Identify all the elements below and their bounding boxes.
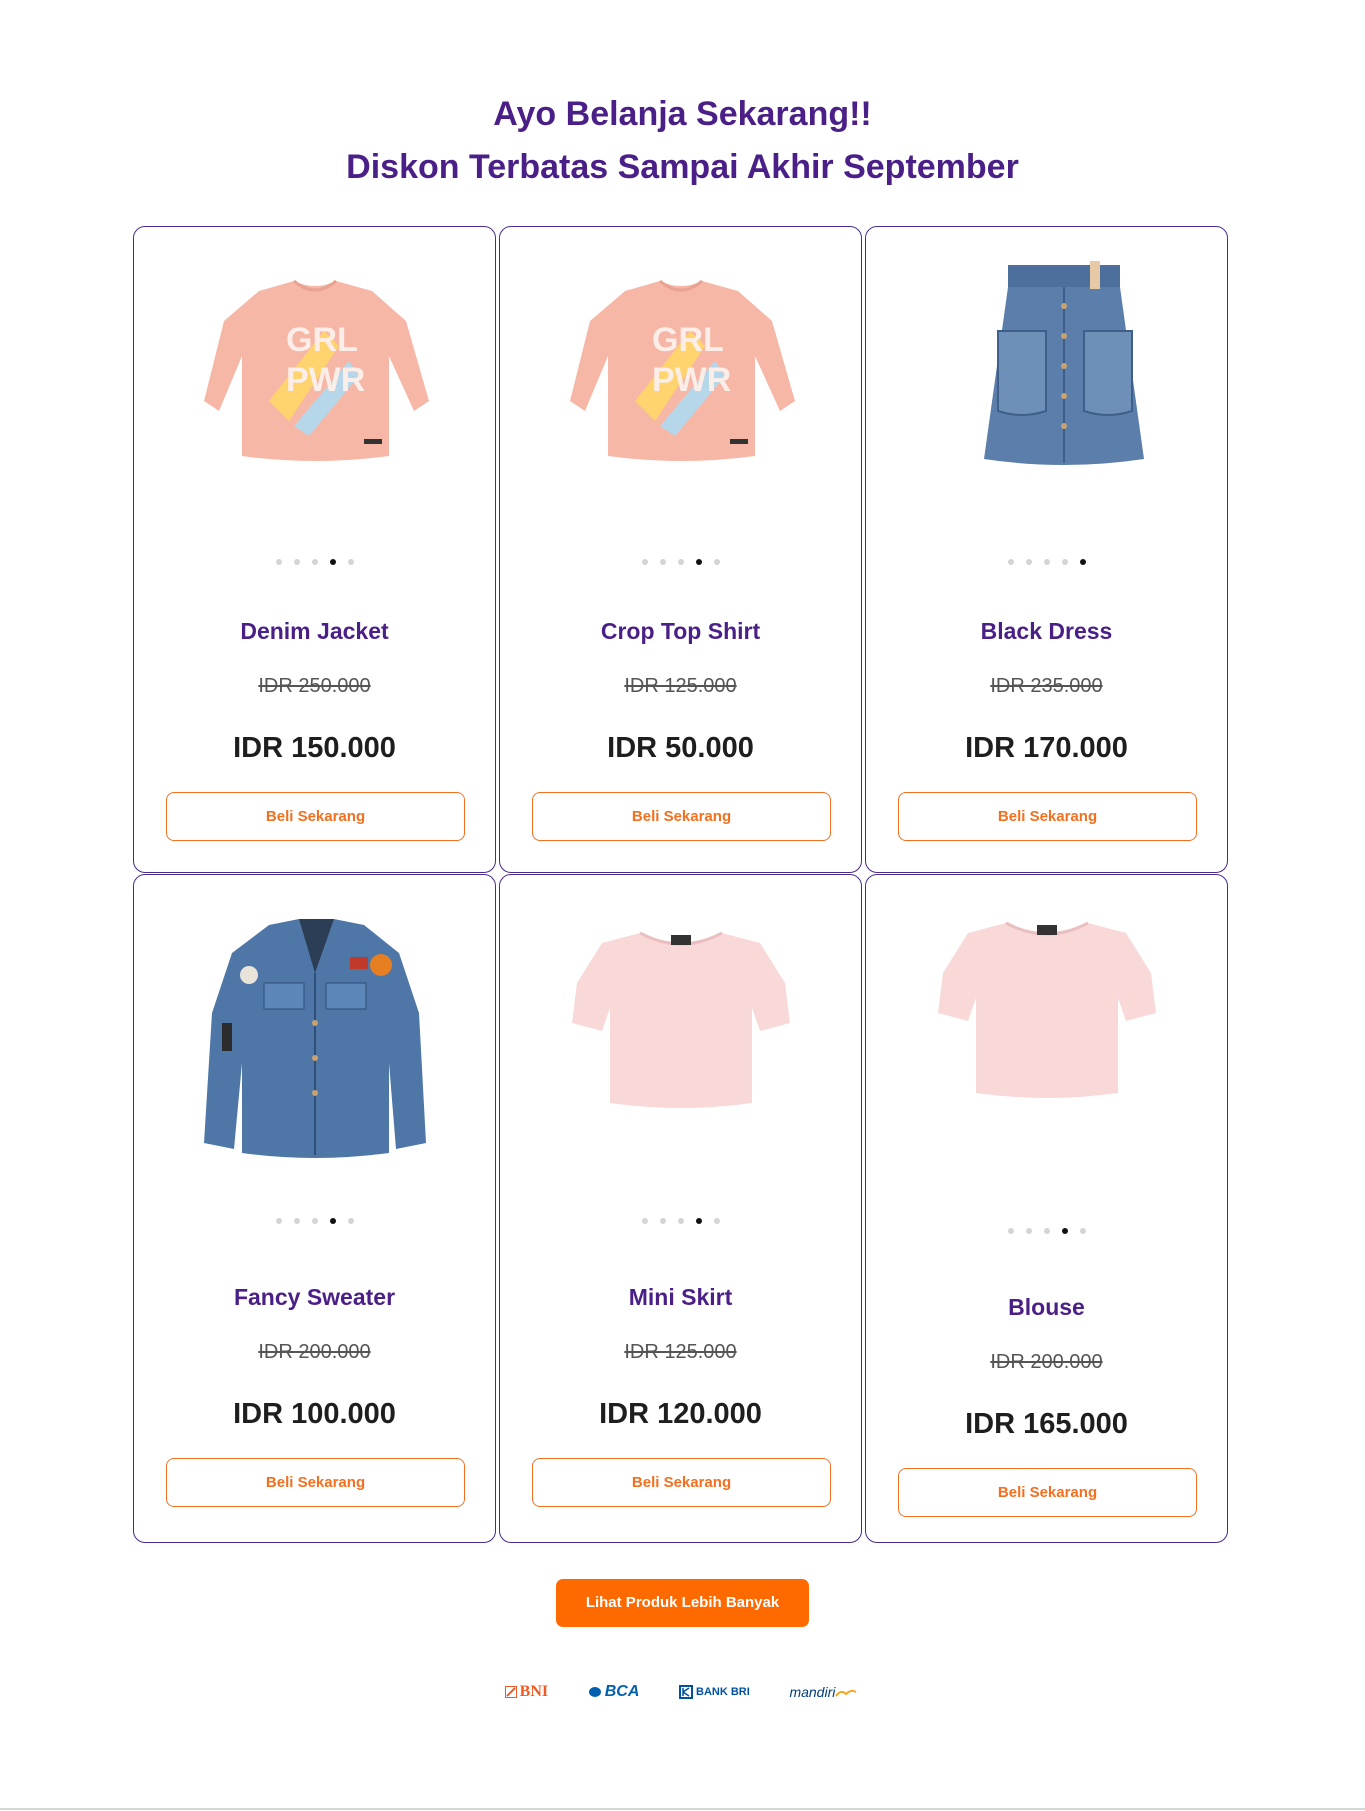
carousel-dots: [500, 1212, 861, 1230]
bni-mark-icon: [504, 1686, 517, 1699]
product-old-price: IDR 125.000: [624, 675, 737, 697]
carousel-dots: [866, 553, 1227, 571]
carousel-dots: [134, 1212, 495, 1230]
carousel-dot[interactable]: [293, 1217, 300, 1224]
product-image[interactable]: [174, 913, 457, 1173]
product-name[interactable]: Fancy Sweater: [134, 1284, 495, 1311]
product-old-price: IDR 125.000: [624, 1341, 737, 1363]
carousel-dot[interactable]: [311, 558, 318, 565]
svg-text:GRL: GRL: [652, 321, 724, 359]
product-image[interactable]: GRL PWR: [540, 251, 823, 491]
promo-heading-line2: Diskon Terbatas Sampai Akhir September: [346, 148, 1019, 186]
product-name[interactable]: Mini Skirt: [500, 1284, 861, 1311]
product-price: IDR 120.000: [599, 1398, 762, 1430]
product-name[interactable]: Denim Jacket: [134, 618, 495, 645]
carousel-dot-active[interactable]: [329, 1217, 336, 1224]
product-image[interactable]: [906, 251, 1189, 491]
svg-text:PWR: PWR: [652, 361, 731, 399]
pink-crop-top-graphic: [938, 921, 1156, 1098]
product-price: IDR 165.000: [965, 1408, 1128, 1440]
buy-now-button[interactable]: Beli Sekarang: [898, 1468, 1197, 1517]
product-price: IDR 50.000: [607, 732, 754, 764]
product-image[interactable]: [540, 913, 823, 1173]
product-old-price: IDR 200.000: [990, 1351, 1103, 1373]
product-grid: GRL PWR Denim Jacket IDR 250.000 IDR 150…: [133, 226, 1234, 1543]
product-name[interactable]: Crop Top Shirt: [500, 618, 861, 645]
product-image[interactable]: GRL PWR: [174, 251, 457, 491]
carousel-dot[interactable]: [641, 1217, 648, 1224]
mandiri-logo: mandiri: [789, 1684, 860, 1700]
carousel-dot[interactable]: [1007, 1227, 1014, 1234]
buy-now-button[interactable]: Beli Sekarang: [898, 792, 1197, 841]
svg-text:PWR: PWR: [286, 361, 365, 399]
carousel-dots: [500, 553, 861, 571]
bni-logo: BNI: [504, 1683, 548, 1701]
buy-now-button[interactable]: Beli Sekarang: [532, 1458, 831, 1507]
bca-mark-icon: [588, 1686, 601, 1697]
carousel-dot[interactable]: [1079, 1227, 1086, 1234]
product-card: GRL PWR Crop Top Shirt IDR 125.000 IDR 5…: [499, 226, 862, 873]
carousel-dot-active[interactable]: [1061, 1227, 1068, 1234]
product-old-price: IDR 200.000: [258, 1341, 371, 1363]
carousel-dot[interactable]: [293, 558, 300, 565]
carousel-dot[interactable]: [1007, 558, 1014, 565]
product-price: IDR 100.000: [233, 1398, 396, 1430]
carousel-dot[interactable]: [713, 1217, 720, 1224]
carousel-dot-active[interactable]: [329, 558, 336, 565]
buy-now-button[interactable]: Beli Sekarang: [166, 1458, 465, 1507]
product-old-price: IDR 235.000: [990, 675, 1103, 697]
carousel-dots: [866, 1222, 1227, 1240]
pink-sweatshirt-graphic: GRL PWR: [204, 279, 429, 461]
product-name[interactable]: Black Dress: [866, 618, 1227, 645]
product-card: Fancy Sweater IDR 200.000 IDR 100.000 Be…: [133, 874, 496, 1543]
product-card: Black Dress IDR 235.000 IDR 170.000 Beli…: [865, 226, 1228, 873]
carousel-dot[interactable]: [641, 558, 648, 565]
svg-text:GRL: GRL: [286, 321, 358, 359]
payment-banks: BNI BCA BANK BRI mandiri: [0, 1683, 1365, 1701]
carousel-dot[interactable]: [1043, 558, 1050, 565]
product-image[interactable]: [906, 913, 1189, 1173]
carousel-dot[interactable]: [713, 558, 720, 565]
product-price: IDR 170.000: [965, 732, 1128, 764]
carousel-dot[interactable]: [677, 1217, 684, 1224]
product-price: IDR 150.000: [233, 732, 396, 764]
carousel-dot-active[interactable]: [1079, 558, 1086, 565]
carousel-dot-active[interactable]: [695, 1217, 702, 1224]
product-card: GRL PWR Denim Jacket IDR 250.000 IDR 150…: [133, 226, 496, 873]
carousel-dot[interactable]: [347, 1217, 354, 1224]
carousel-dot[interactable]: [311, 1217, 318, 1224]
buy-now-button[interactable]: Beli Sekarang: [166, 792, 465, 841]
mandiri-wave-icon: [835, 1690, 857, 1697]
carousel-dot[interactable]: [1061, 558, 1068, 565]
product-card: Blouse IDR 200.000 IDR 165.000 Beli Seka…: [865, 874, 1228, 1543]
see-more-products-button[interactable]: Lihat Produk Lebih Banyak: [556, 1579, 809, 1627]
carousel-dot[interactable]: [1025, 558, 1032, 565]
page-bottom-divider: [0, 1808, 1365, 1810]
bri-logo: BANK BRI: [679, 1685, 750, 1699]
carousel-dot[interactable]: [1025, 1227, 1032, 1234]
pink-crop-top-graphic: [572, 931, 790, 1108]
promo-heading-line1: Ayo Belanja Sekarang!!: [493, 95, 872, 133]
buy-now-button[interactable]: Beli Sekarang: [532, 792, 831, 841]
carousel-dot-active[interactable]: [695, 558, 702, 565]
denim-skirt-graphic: [984, 261, 1144, 465]
pink-sweatshirt-graphic: GRL PWR: [570, 279, 795, 461]
carousel-dot[interactable]: [275, 1217, 282, 1224]
bca-logo: BCA: [588, 1683, 639, 1701]
bri-mark-icon: [679, 1685, 694, 1699]
carousel-dot[interactable]: [1043, 1227, 1050, 1234]
promo-heading: Ayo Belanja Sekarang!! Diskon Terbatas S…: [0, 88, 1365, 194]
carousel-dots: [134, 553, 495, 571]
product-old-price: IDR 250.000: [258, 675, 371, 697]
carousel-dot[interactable]: [275, 558, 282, 565]
product-card: Mini Skirt IDR 125.000 IDR 120.000 Beli …: [499, 874, 862, 1543]
denim-jacket-graphic: [204, 919, 426, 1158]
product-name[interactable]: Blouse: [866, 1294, 1227, 1321]
carousel-dot[interactable]: [677, 558, 684, 565]
carousel-dot[interactable]: [347, 558, 354, 565]
carousel-dot[interactable]: [659, 558, 666, 565]
carousel-dot[interactable]: [659, 1217, 666, 1224]
